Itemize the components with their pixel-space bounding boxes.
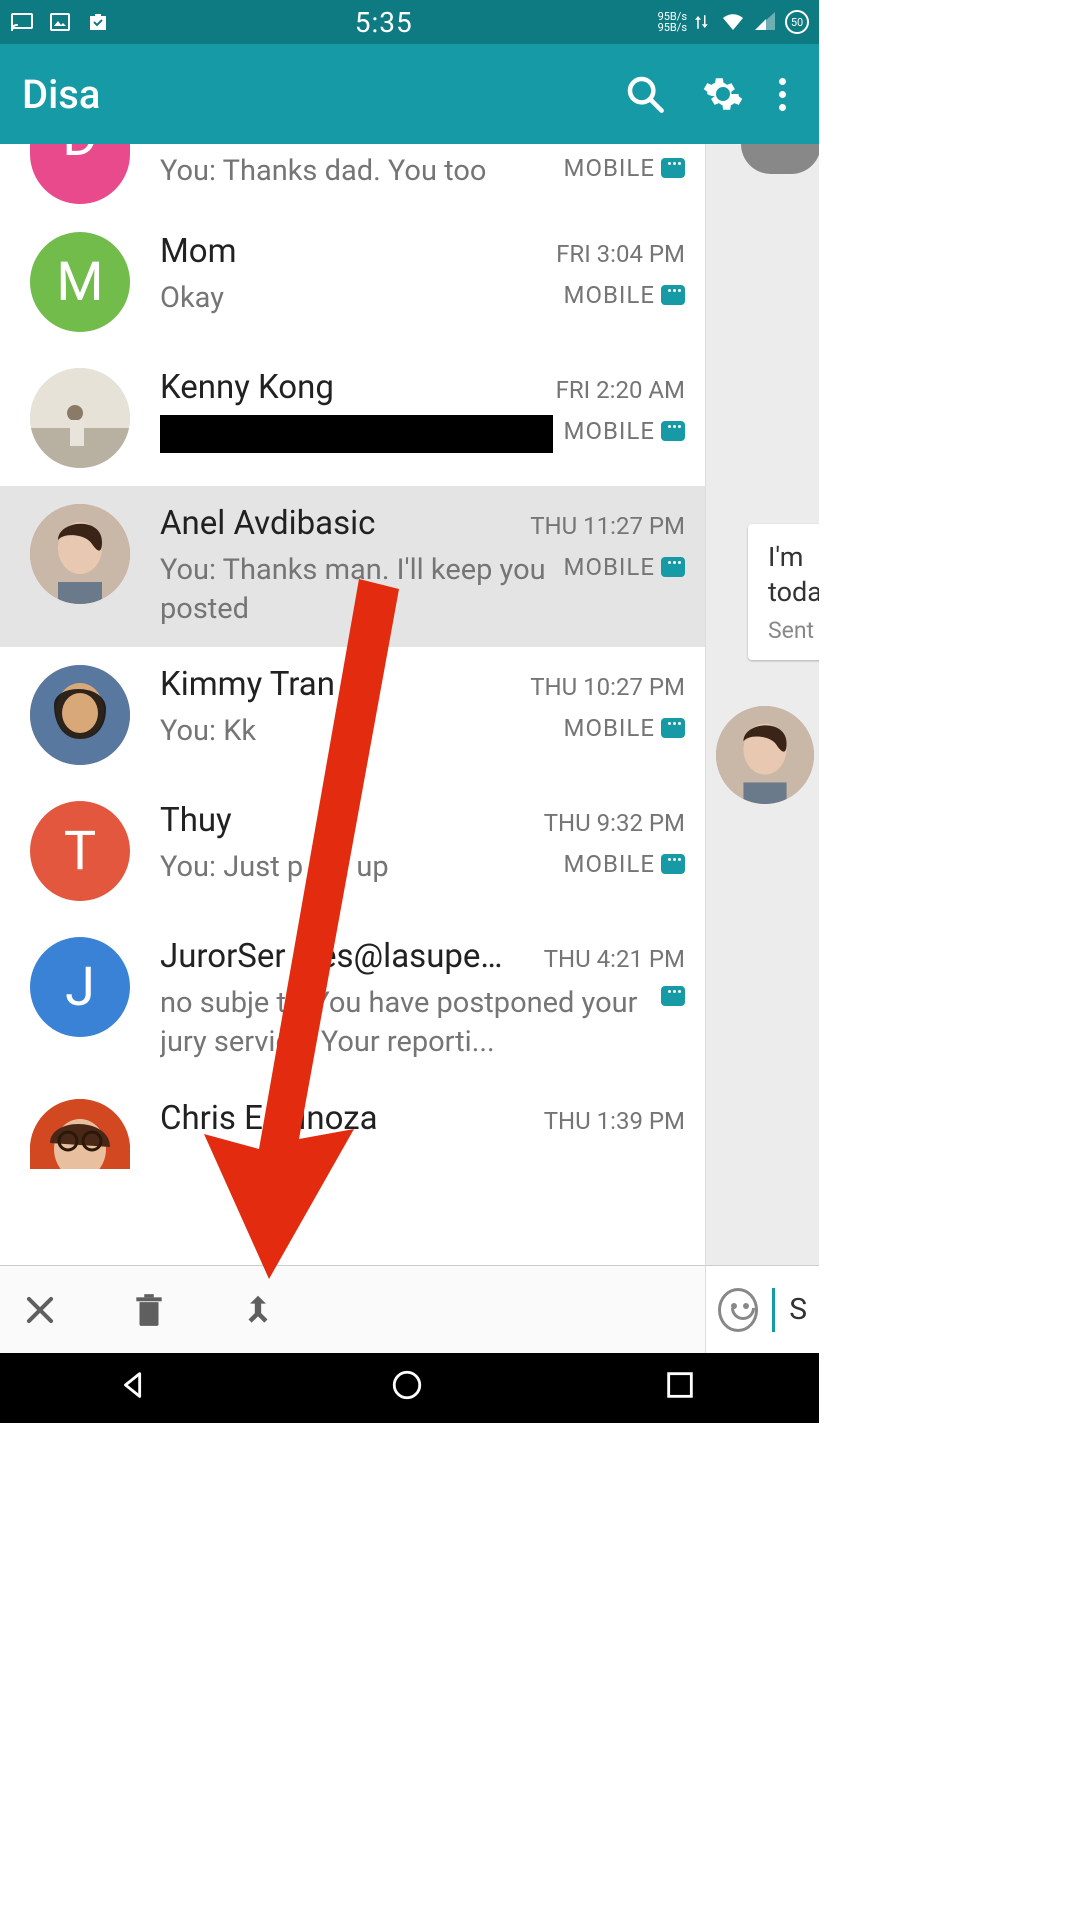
sms-bubble-icon <box>661 285 685 305</box>
conversation-item[interactable]: Kenny Kong FRI 2:20 AM MOBILE <box>0 350 705 486</box>
message-preview: no subje t / You have postponed your jur… <box>160 984 651 1062</box>
settings-gear-icon[interactable] <box>699 70 747 118</box>
search-icon[interactable] <box>621 70 669 118</box>
timestamp: THU 11:27 PM <box>530 512 685 540</box>
sms-bubble-icon <box>661 158 685 178</box>
contact-name: Chris Espinoza <box>160 1099 538 1138</box>
net-speed: 95B/s 95B/s <box>658 11 687 33</box>
timestamp: THU 9:32 PM <box>544 809 685 837</box>
avatar: D <box>30 144 130 204</box>
avatar: M <box>30 232 130 332</box>
conversation-list[interactable]: D You: Thanks dad. You too MOBILE M Mom <box>0 144 706 1353</box>
message-preview: You: Just p led up <box>160 848 553 887</box>
overflow-menu-icon[interactable] <box>767 70 797 118</box>
sms-bubble-icon <box>661 718 685 738</box>
message-status: Sent <box>768 616 819 646</box>
avatar <box>30 504 130 604</box>
service-tag: MOBILE <box>563 553 685 581</box>
avatar <box>30 665 130 765</box>
avatar <box>30 368 130 468</box>
contact-name: Anel Avdibasic <box>160 504 524 543</box>
avatar: J <box>30 937 130 1037</box>
contact-name: JurorSer ices@lasupe… <box>160 937 538 976</box>
conversation-item[interactable]: M Mom FRI 3:04 PM Okay MOBILE <box>0 214 705 350</box>
avatar <box>716 706 814 804</box>
service-tag: MOBILE <box>563 714 685 742</box>
app-title: Disa <box>22 71 591 118</box>
cast-icon <box>10 10 34 34</box>
service-tag <box>661 986 685 1006</box>
message-preview-redacted <box>160 415 553 453</box>
conversation-item-selected[interactable]: Anel Avdibasic THU 11:27 PM You: Thanks … <box>0 486 705 647</box>
close-icon[interactable] <box>18 1288 62 1332</box>
wifi-icon <box>721 10 745 34</box>
battery-circle-icon: 50 <box>785 10 809 34</box>
status-time: 5:35 <box>110 6 658 39</box>
sms-bubble-icon <box>661 854 685 874</box>
merge-icon[interactable] <box>236 1288 280 1332</box>
message-preview: Okay <box>160 279 553 318</box>
sms-bubble-icon <box>661 421 685 441</box>
updown-icon <box>695 10 713 34</box>
back-button[interactable] <box>117 1368 157 1408</box>
status-bar: 5:35 95B/s 95B/s 50 <box>0 0 819 44</box>
briefcase-check-icon <box>86 10 110 34</box>
sms-bubble-icon <box>661 557 685 577</box>
home-button[interactable] <box>390 1368 430 1408</box>
timestamp: THU 4:21 PM <box>544 945 685 973</box>
picture-icon <box>48 10 72 34</box>
chat-peek-panel: I'm toda Sent S <box>706 144 819 1353</box>
message-preview: You: Kk <box>160 712 553 751</box>
signal-icon <box>753 10 777 34</box>
conversation-item[interactable]: T Thuy THU 9:32 PM You: Just p led up MO… <box>0 783 705 919</box>
contact-name: Thuy <box>160 801 538 840</box>
timestamp: FRI 2:20 AM <box>556 376 685 404</box>
conversation-item[interactable]: Chris Espinoza THU 1:39 PM <box>0 1081 705 1169</box>
service-tag: MOBILE <box>563 281 685 309</box>
sms-bubble-icon <box>661 986 685 1006</box>
avatar <box>30 1099 130 1169</box>
contact-name: Kimmy Tran <box>160 665 524 704</box>
avatar: T <box>30 801 130 901</box>
conversation-item[interactable]: J JurorSer ices@lasupe… THU 4:21 PM no s… <box>0 919 705 1080</box>
message-input-row: S <box>706 1265 819 1353</box>
delete-trash-icon[interactable] <box>127 1288 171 1332</box>
timestamp: THU 10:27 PM <box>530 673 685 701</box>
message-input[interactable]: S <box>789 1292 807 1327</box>
android-nav-bar <box>0 1353 819 1423</box>
message-preview: You: Thanks dad. You too <box>160 152 553 191</box>
selection-action-bar <box>0 1265 705 1353</box>
timestamp: FRI 3:04 PM <box>556 240 685 268</box>
app-bar: Disa <box>0 44 819 144</box>
contact-name: Kenny Kong <box>160 368 550 407</box>
outgoing-message-bubble[interactable]: I'm toda Sent <box>748 524 819 660</box>
conversation-item[interactable]: D You: Thanks dad. You too MOBILE <box>0 144 705 214</box>
conversation-item[interactable]: Kimmy Tran THU 10:27 PM You: Kk MOBILE <box>0 647 705 783</box>
emoji-icon[interactable] <box>718 1288 758 1332</box>
avatar <box>741 144 819 174</box>
service-tag: MOBILE <box>563 417 685 445</box>
text-cursor <box>772 1288 775 1332</box>
service-tag: MOBILE <box>563 154 685 182</box>
service-tag: MOBILE <box>563 850 685 878</box>
message-preview: You: Thanks man. I'll keep you posted <box>160 551 553 629</box>
recents-button[interactable] <box>663 1368 703 1408</box>
contact-name: Mom <box>160 232 550 271</box>
timestamp: THU 1:39 PM <box>544 1107 685 1135</box>
